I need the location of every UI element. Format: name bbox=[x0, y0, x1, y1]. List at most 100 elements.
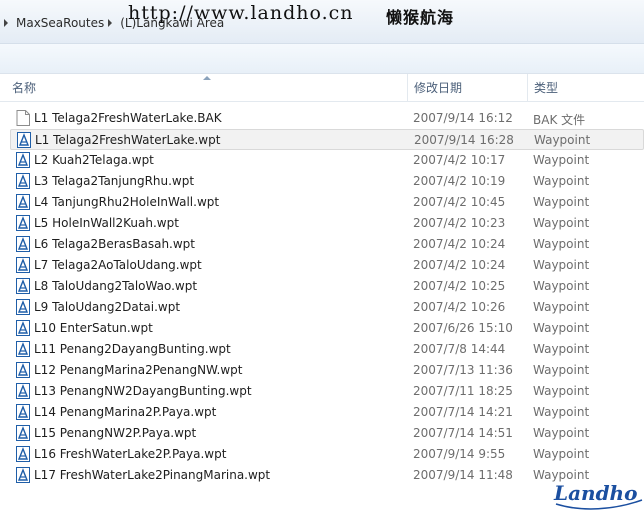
file-name: L1 Telaga2FreshWaterLake.BAK bbox=[34, 111, 222, 125]
waypoint-file-icon bbox=[16, 173, 30, 189]
waypoint-file-icon bbox=[16, 215, 30, 231]
watermark-url: http://www.landho.cn bbox=[128, 2, 354, 24]
chevron-right-icon[interactable] bbox=[108, 19, 113, 27]
file-row[interactable]: L16 FreshWaterLake2P.Paya.wpt 2007/9/14 9… bbox=[10, 444, 644, 465]
waypoint-file-icon bbox=[16, 194, 30, 210]
file-name: L17 FreshWaterLake2PinangMarina.wpt bbox=[34, 468, 271, 482]
breadcrumb-item-maxsearoutes[interactable]: MaxSeaRoutes bbox=[16, 16, 104, 30]
waypoint-file-icon bbox=[16, 425, 30, 441]
landho-logo: Landho bbox=[553, 481, 643, 510]
waypoint-file-icon bbox=[16, 467, 30, 483]
waypoint-file-icon bbox=[16, 383, 30, 399]
file-row[interactable]: L7 Telaga2AoTaloUdang.wpt 2007/4/2 10:24 W… bbox=[10, 255, 644, 276]
file-date-modified: 2007/7/11 18:25 bbox=[413, 384, 513, 398]
file-date-modified: 2007/4/2 10:23 bbox=[413, 216, 506, 230]
column-header-date-modified[interactable]: 修改日期 bbox=[407, 74, 527, 102]
file-row[interactable]: L12 PenangMarina2PenangNW.wpt 2007/7/13 1… bbox=[10, 360, 644, 381]
waypoint-file-icon bbox=[16, 404, 30, 420]
file-date-modified: 2007/7/8 14:44 bbox=[413, 342, 506, 356]
file-type: Waypoint bbox=[533, 237, 590, 251]
file-name: L9 TaloUdang2Datai.wpt bbox=[34, 300, 181, 314]
column-header-type[interactable]: 类型 bbox=[527, 74, 644, 102]
waypoint-file-icon bbox=[16, 446, 30, 462]
address-bar[interactable]: MaxSeaRoutes (L)Langkawi Area http://www… bbox=[0, 0, 644, 44]
file-type: Waypoint bbox=[533, 321, 590, 335]
file-row[interactable]: L10 EnterSatun.wpt 2007/6/26 15:10 Waypoin… bbox=[10, 318, 644, 339]
file-name: L8 TaloUdang2TaloWao.wpt bbox=[34, 279, 198, 293]
file-type: Waypoint bbox=[533, 342, 590, 356]
column-header-name[interactable]: 名称 bbox=[6, 74, 406, 102]
file-name: L1 Telaga2FreshWaterLake.wpt bbox=[35, 133, 221, 147]
waypoint-file-icon bbox=[16, 299, 30, 315]
file-name: L10 EnterSatun.wpt bbox=[34, 321, 153, 335]
file-type: Waypoint bbox=[533, 405, 590, 419]
file-date-modified: 2007/9/14 16:12 bbox=[413, 111, 513, 125]
file-name: L16 FreshWaterLake2P.Paya.wpt bbox=[34, 447, 227, 461]
file-row[interactable]: L15 PenangNW2P.Paya.wpt 2007/7/14 14:51 Wa… bbox=[10, 423, 644, 444]
file-name: L12 PenangMarina2PenangNW.wpt bbox=[34, 363, 243, 377]
file-name: L11 Penang2DayangBunting.wpt bbox=[34, 342, 231, 356]
file-date-modified: 2007/6/26 15:10 bbox=[413, 321, 513, 335]
file-row[interactable]: L17 FreshWaterLake2PinangMarina.wpt 2007/… bbox=[10, 465, 644, 486]
file-row[interactable]: L1 Telaga2FreshWaterLake.wpt 2007/9/14 16… bbox=[10, 129, 644, 150]
file-row[interactable]: L8 TaloUdang2TaloWao.wpt 2007/4/2 10:25 Wa… bbox=[10, 276, 644, 297]
waypoint-file-icon bbox=[16, 278, 30, 294]
file-name: L6 Telaga2BerasBasah.wpt bbox=[34, 237, 196, 251]
file-date-modified: 2007/4/2 10:24 bbox=[413, 237, 506, 251]
file-date-modified: 2007/4/2 10:26 bbox=[413, 300, 506, 314]
file-date-modified: 2007/4/2 10:17 bbox=[413, 153, 506, 167]
file-date-modified: 2007/4/2 10:19 bbox=[413, 174, 506, 188]
column-header: 名称 修改日期 类型 bbox=[0, 74, 644, 102]
file-row[interactable]: L3 Telaga2TanjungRhu.wpt 2007/4/2 10:19 Wa… bbox=[10, 171, 644, 192]
file-row[interactable]: L9 TaloUdang2Datai.wpt 2007/4/2 10:26 Wayp… bbox=[10, 297, 644, 318]
file-date-modified: 2007/4/2 10:24 bbox=[413, 258, 506, 272]
file-row[interactable]: L2 Kuah2Telaga.wpt 2007/4/2 10:17 Waypoint bbox=[10, 150, 644, 171]
waypoint-file-icon bbox=[16, 362, 30, 378]
file-row[interactable]: L6 Telaga2BerasBasah.wpt 2007/4/2 10:24 Wa… bbox=[10, 234, 644, 255]
toolbar bbox=[0, 44, 644, 74]
file-type: Waypoint bbox=[533, 258, 590, 272]
file-row[interactable]: L11 Penang2DayangBunting.wpt 2007/7/8 14:… bbox=[10, 339, 644, 360]
file-name: L3 Telaga2TanjungRhu.wpt bbox=[34, 174, 195, 188]
file-date-modified: 2007/7/13 11:36 bbox=[413, 363, 513, 377]
file-name: L5 HoleInWall2Kuah.wpt bbox=[34, 216, 179, 230]
file-name: L14 PenangMarina2P.Paya.wpt bbox=[34, 405, 217, 419]
file-date-modified: 2007/4/2 10:45 bbox=[413, 195, 506, 209]
file-row[interactable]: L14 PenangMarina2P.Paya.wpt 2007/7/14 14:… bbox=[10, 402, 644, 423]
file-date-modified: 2007/9/14 9:55 bbox=[413, 447, 506, 461]
file-type: Waypoint bbox=[533, 174, 590, 188]
waypoint-file-icon bbox=[16, 152, 30, 168]
file-name: L7 Telaga2AoTaloUdang.wpt bbox=[34, 258, 202, 272]
file-date-modified: 2007/7/14 14:21 bbox=[413, 405, 513, 419]
file-row[interactable]: L4 TanjungRhu2HoleInWall.wpt 2007/4/2 10:… bbox=[10, 192, 644, 213]
file-row[interactable]: L13 PenangNW2DayangBunting.wpt 2007/7/11 … bbox=[10, 381, 644, 402]
file-type: Waypoint bbox=[533, 300, 590, 314]
file-date-modified: 2007/9/14 11:48 bbox=[413, 468, 513, 482]
file-date-modified: 2007/9/14 16:28 bbox=[414, 133, 514, 147]
file-type: Waypoint bbox=[533, 279, 590, 293]
logo-text: Landho bbox=[553, 481, 637, 505]
waypoint-file-icon bbox=[16, 320, 30, 336]
file-row[interactable]: L1 Telaga2FreshWaterLake.BAK 2007/9/14 16… bbox=[10, 108, 644, 129]
file-type: Waypoint bbox=[533, 153, 590, 167]
file-date-modified: 2007/4/2 10:25 bbox=[413, 279, 506, 293]
chevron-right-icon[interactable] bbox=[4, 19, 8, 27]
file-row[interactable]: L5 HoleInWall2Kuah.wpt 2007/4/2 10:23 Wayp… bbox=[10, 213, 644, 234]
waypoint-file-icon bbox=[16, 341, 30, 357]
file-name: L13 PenangNW2DayangBunting.wpt bbox=[34, 384, 252, 398]
file-type: Waypoint bbox=[534, 133, 591, 147]
watermark-brand-text: 懒猴航海 bbox=[386, 8, 455, 27]
file-type: BAK 文件 bbox=[533, 113, 586, 127]
waypoint-file-icon bbox=[17, 132, 31, 148]
waypoint-file-icon bbox=[16, 257, 30, 273]
file-name: L2 Kuah2Telaga.wpt bbox=[34, 153, 154, 167]
file-name: L15 PenangNW2P.Paya.wpt bbox=[34, 426, 197, 440]
waypoint-file-icon bbox=[16, 236, 30, 252]
file-type: Waypoint bbox=[533, 447, 590, 461]
blank-file-icon bbox=[16, 110, 30, 126]
file-type: Waypoint bbox=[533, 426, 590, 440]
file-name: L4 TanjungRhu2HoleInWall.wpt bbox=[34, 195, 220, 209]
file-type: Waypoint bbox=[533, 363, 590, 377]
file-type: Waypoint bbox=[533, 216, 590, 230]
file-date-modified: 2007/7/14 14:51 bbox=[413, 426, 513, 440]
